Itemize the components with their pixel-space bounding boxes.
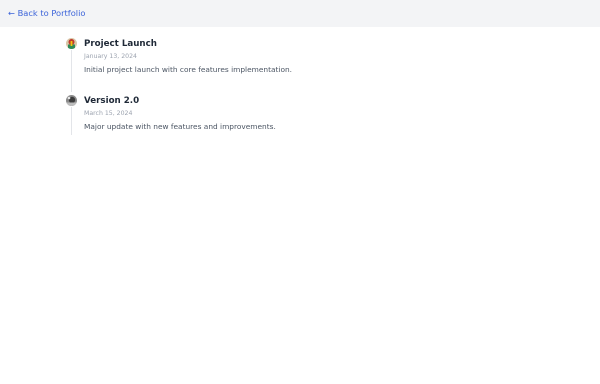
timeline-item-title: Project Launch [84, 39, 157, 49]
timeline-item-description: Major update with new features and impro… [84, 122, 276, 131]
timeline-item-date: January 13, 2024 [84, 53, 137, 60]
top-nav-bar: ← Back to Portfolio [0, 0, 600, 27]
timeline-connector [71, 107, 72, 135]
version-thumbnail-icon [66, 95, 77, 106]
project-launch-thumbnail-icon [66, 38, 77, 49]
timeline-item-title: Version 2.0 [84, 96, 140, 106]
timeline-item-date: March 15, 2024 [84, 110, 133, 117]
timeline-item-description: Initial project launch with core feature… [84, 65, 293, 74]
back-to-portfolio-link[interactable]: ← Back to Portfolio [8, 8, 85, 18]
timeline-connector [71, 50, 72, 92]
